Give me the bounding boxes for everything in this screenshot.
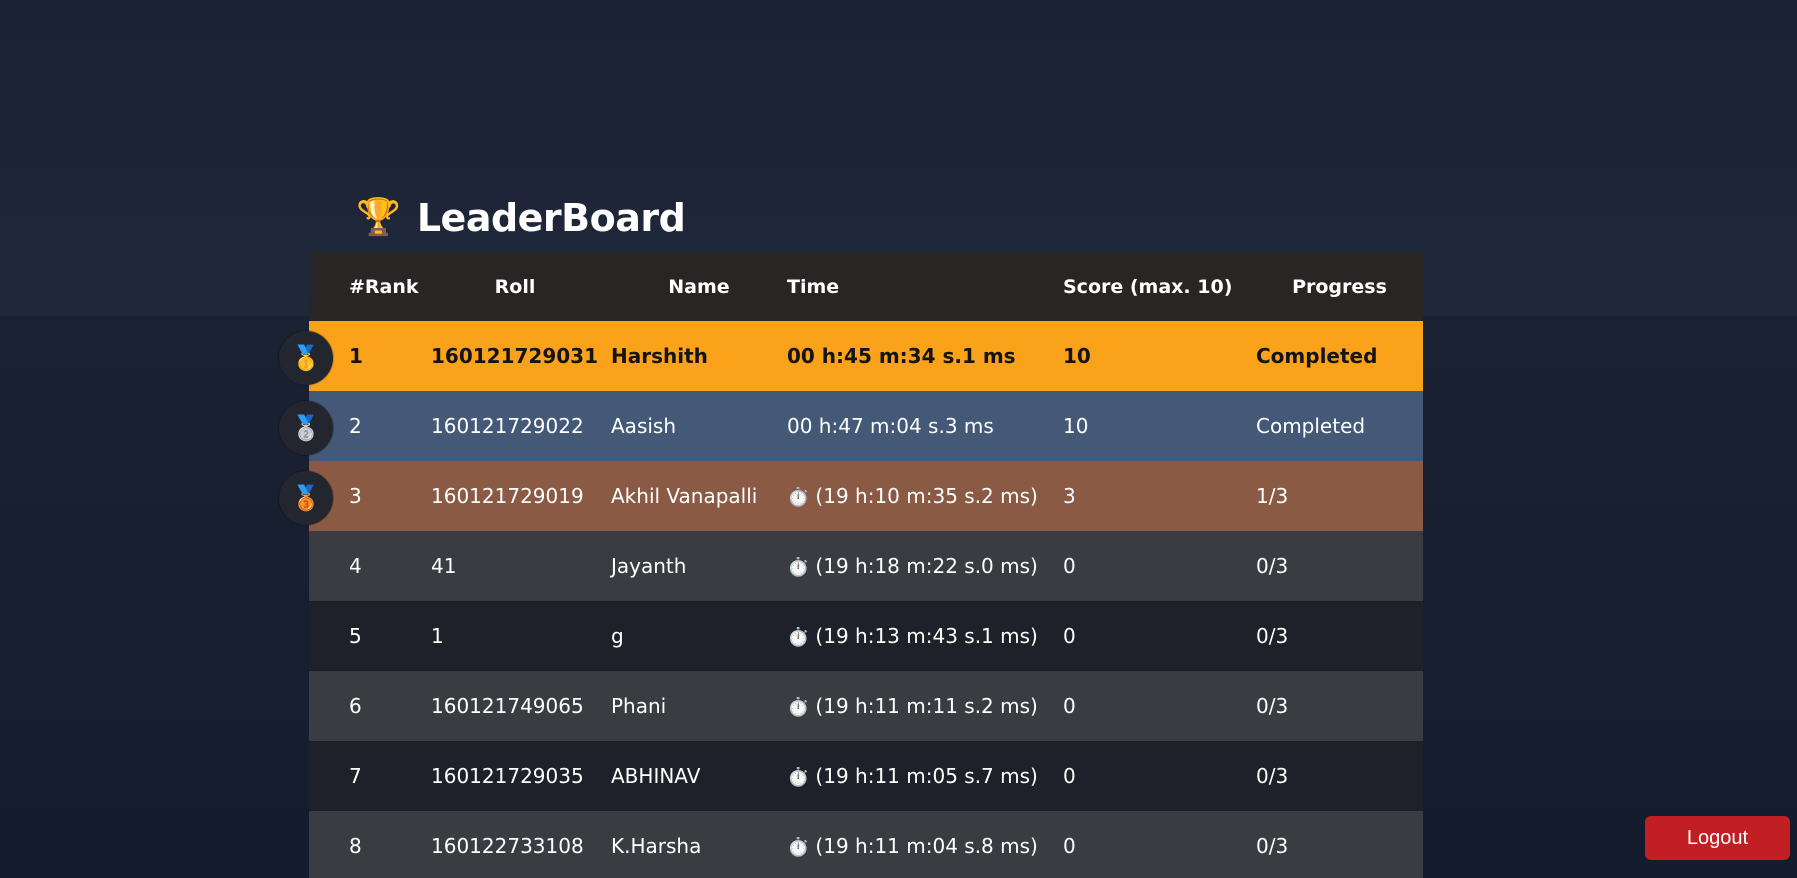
stopwatch-icon: ⏱️ — [787, 557, 810, 578]
roll-cell: 160121729022 — [431, 414, 584, 438]
time-cell: ⏱️ (19 h:11 m:05 s.7 ms) — [787, 764, 1063, 788]
roll-cell: 41 — [431, 554, 457, 578]
name-cell: Jayanth — [611, 554, 687, 578]
header-score: Score (max. 10) — [1063, 275, 1233, 298]
roll-cell: 160121729019 — [431, 484, 584, 508]
roll-cell: 1 — [431, 624, 444, 648]
time-text: (19 h:13 m:43 s.1 ms) — [815, 624, 1038, 648]
progress-cell: 1/3 — [1256, 484, 1289, 508]
leaderboard-table: #Rank Roll Name Time Score (max. 10) Pro… — [279, 252, 1423, 878]
time-cell: ⏱️ (19 h:11 m:11 s.2 ms) — [787, 694, 1063, 718]
table-row: 5 1 g ⏱️ (19 h:13 m:43 s.1 ms) 0 0/3 — [309, 601, 1423, 671]
gold-medal-icon: 🥇 — [279, 331, 333, 385]
bronze-medal-icon: 🥉 — [279, 471, 333, 525]
trophy-icon: 🏆 — [356, 197, 401, 238]
stopwatch-icon: ⏱️ — [787, 837, 810, 858]
progress-cell: 0/3 — [1256, 834, 1289, 858]
header-progress: Progress — [1292, 275, 1387, 298]
time-cell: ⏱️ (19 h:18 m:22 s.0 ms) — [787, 554, 1063, 578]
progress-cell: 0/3 — [1256, 694, 1289, 718]
header-time: Time — [787, 275, 840, 298]
stopwatch-icon: ⏱️ — [787, 627, 810, 648]
time-cell: ⏱️ (19 h:10 m:35 s.2 ms) — [787, 484, 1063, 508]
name-cell: ABHINAV — [611, 764, 701, 788]
name-cell: Phani — [611, 694, 667, 718]
roll-cell: 160121729031 — [431, 344, 598, 368]
name-cell: g — [611, 624, 624, 648]
time-cell: 00 h:45 m:34 s.1 ms — [787, 344, 1016, 368]
time-text: (19 h:11 m:05 s.7 ms) — [815, 764, 1038, 788]
stopwatch-icon: ⏱️ — [787, 487, 810, 508]
name-cell: K.Harsha — [611, 834, 702, 858]
logout-button[interactable]: Logout — [1645, 816, 1790, 860]
table-row: 8 160122733108 K.Harsha ⏱️ (19 h:11 m:04 s.8… — [309, 811, 1423, 878]
header-name: Name — [668, 275, 730, 298]
table-row: 7 160121729035 ABHINAV ⏱️ (19 h:11 m:05 s.7 … — [309, 741, 1423, 811]
table-row: 🥇 1 160121729031 Harshith 00 h:45 m:34 s.1 m… — [279, 321, 1423, 391]
rank-cell: 6 — [349, 694, 362, 718]
progress-cell: 0/3 — [1256, 554, 1289, 578]
time-cell: 00 h:47 m:04 s.3 ms — [787, 414, 994, 438]
table-row: 6 160121749065 Phani ⏱️ (19 h:11 m:11 s.2 ms… — [309, 671, 1423, 741]
progress-cell: 0/3 — [1256, 764, 1289, 788]
score-cell: 3 — [1063, 484, 1076, 508]
rank-cell: 4 — [349, 554, 362, 578]
silver-medal-icon: 🥈 — [279, 401, 333, 455]
name-cell: Aasish — [611, 414, 677, 438]
rank-cell: 8 — [349, 834, 362, 858]
progress-cell: Completed — [1256, 414, 1366, 438]
progress-cell: Completed — [1256, 344, 1378, 368]
stopwatch-icon: ⏱️ — [787, 767, 810, 788]
score-cell: 10 — [1063, 344, 1091, 368]
time-cell: ⏱️ (19 h:13 m:43 s.1 ms) — [787, 624, 1063, 648]
table-row: 🥈 2 160121729022 Aasish 00 h:47 m:04 s.3 ms 1… — [279, 391, 1423, 461]
score-cell: 0 — [1063, 764, 1076, 788]
roll-cell: 160121749065 — [431, 694, 584, 718]
page-header: 🏆 LeaderBoard — [356, 196, 686, 240]
table-row: 🥉 3 160121729019 Akhil Vanapalli ⏱️ (19 h:10 … — [279, 461, 1423, 531]
time-text: (19 h:10 m:35 s.2 ms) — [815, 484, 1038, 508]
name-cell: Akhil Vanapalli — [611, 484, 758, 508]
header-rank: #Rank — [349, 275, 419, 298]
time-text: (19 h:11 m:04 s.8 ms) — [815, 834, 1038, 858]
table-body: 🥇 1 160121729031 Harshith 00 h:45 m:34 s.1 m… — [279, 321, 1423, 878]
time-cell: ⏱️ (19 h:11 m:04 s.8 ms) — [787, 834, 1063, 858]
score-cell: 0 — [1063, 834, 1076, 858]
score-cell: 10 — [1063, 414, 1089, 438]
score-cell: 0 — [1063, 624, 1076, 648]
roll-cell: 160122733108 — [431, 834, 584, 858]
name-cell: Harshith — [611, 344, 708, 368]
rank-cell: 7 — [349, 764, 362, 788]
stopwatch-icon: ⏱️ — [787, 697, 810, 718]
score-cell: 0 — [1063, 554, 1076, 578]
roll-cell: 160121729035 — [431, 764, 584, 788]
header-roll: Roll — [494, 275, 536, 298]
table-row: 4 41 Jayanth ⏱️ (19 h:18 m:22 s.0 ms) 0 0/3 — [309, 531, 1423, 601]
rank-cell: 5 — [349, 624, 362, 648]
time-text: (19 h:11 m:11 s.2 ms) — [815, 694, 1038, 718]
score-cell: 0 — [1063, 694, 1076, 718]
time-text: (19 h:18 m:22 s.0 ms) — [815, 554, 1038, 578]
progress-cell: 0/3 — [1256, 624, 1289, 648]
table-header: #Rank Roll Name Time Score (max. 10) Pro… — [309, 252, 1423, 321]
page-title: LeaderBoard — [416, 196, 686, 240]
